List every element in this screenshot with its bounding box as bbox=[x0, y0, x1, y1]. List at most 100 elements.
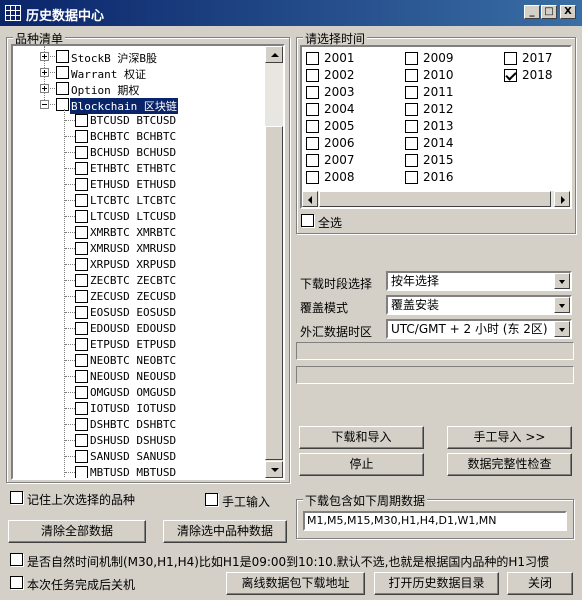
year-checkbox[interactable] bbox=[405, 86, 418, 99]
expand-icon[interactable] bbox=[40, 84, 49, 93]
tree-item-label[interactable]: NEOUSD NEOUSD bbox=[90, 370, 176, 383]
natural-time-checkbox[interactable] bbox=[10, 553, 23, 566]
tree-item-label[interactable]: ZECBTC ZECBTC bbox=[90, 274, 176, 287]
tree-item-label[interactable]: OMGUSD OMGUSD bbox=[90, 386, 176, 399]
scroll-right-arrow[interactable] bbox=[554, 191, 570, 207]
tree-item-label[interactable]: BTCUSD BTCUSD bbox=[90, 114, 176, 127]
year-checkbox[interactable] bbox=[405, 69, 418, 82]
tree-item-checkbox[interactable] bbox=[75, 226, 88, 239]
tree-item-checkbox[interactable] bbox=[75, 306, 88, 319]
expand-icon[interactable] bbox=[40, 68, 49, 77]
year-checkbox[interactable] bbox=[306, 69, 319, 82]
integrity-check-button[interactable]: 数据完整性检查 bbox=[447, 453, 572, 476]
tree-group-checkbox[interactable] bbox=[56, 66, 69, 79]
tree-item-checkbox[interactable] bbox=[75, 370, 88, 383]
tree-group-label[interactable]: Blockchain 区块链 bbox=[70, 98, 178, 114]
tree-item-checkbox[interactable] bbox=[75, 290, 88, 303]
tree-item-label[interactable]: EDOUSD EDOUSD bbox=[90, 322, 176, 335]
tree-item-label[interactable]: DSHBTC DSHBTC bbox=[90, 418, 176, 431]
year-checkbox[interactable] bbox=[306, 154, 319, 167]
tree-item-label[interactable]: NEOBTC NEOBTC bbox=[90, 354, 176, 367]
tree-item-checkbox[interactable] bbox=[75, 210, 88, 223]
tree-item-checkbox[interactable] bbox=[75, 114, 88, 127]
tree-item-checkbox[interactable] bbox=[75, 322, 88, 335]
year-checkbox[interactable] bbox=[405, 52, 418, 65]
shutdown-checkbox[interactable] bbox=[10, 576, 23, 589]
tree-item-checkbox[interactable] bbox=[75, 354, 88, 367]
timezone-select[interactable]: UTC/GMT + 2 小时 (东 2区) bbox=[386, 319, 572, 339]
offline-download-button[interactable]: 离线数据包下载地址 bbox=[226, 572, 365, 595]
tree-item-checkbox[interactable] bbox=[75, 162, 88, 175]
clear-all-data-button[interactable]: 清除全部数据 bbox=[8, 520, 146, 543]
tree-item-checkbox[interactable] bbox=[75, 130, 88, 143]
tree-item-checkbox[interactable] bbox=[75, 338, 88, 351]
tree-scrollbar[interactable] bbox=[265, 46, 283, 478]
year-checkbox[interactable] bbox=[306, 171, 319, 184]
year-checkbox[interactable] bbox=[405, 103, 418, 116]
tree-item-checkbox[interactable] bbox=[75, 146, 88, 159]
tree-item-checkbox[interactable] bbox=[75, 242, 88, 255]
tree-item-label[interactable]: LTCBTC LTCBTC bbox=[90, 194, 176, 207]
tree-item-checkbox[interactable] bbox=[75, 466, 88, 478]
tree-item-label[interactable]: ETHBTC ETHBTC bbox=[90, 162, 176, 175]
year-checkbox[interactable] bbox=[306, 120, 319, 133]
periods-input[interactable]: M1,M5,M15,M30,H1,H4,D1,W1,MN bbox=[303, 511, 567, 531]
year-checkbox[interactable] bbox=[405, 171, 418, 184]
title-bar[interactable]: 历史数据中心 _ □ X bbox=[0, 0, 582, 26]
manual-input-checkbox[interactable] bbox=[205, 493, 218, 506]
tree-item-label[interactable]: ETPUSD ETPUSD bbox=[90, 338, 176, 351]
year-list[interactable]: 2001 2002 2003 2004 2005 2006 2007 2008 2009 2010… bbox=[300, 45, 572, 209]
tree-group-checkbox[interactable] bbox=[56, 98, 69, 111]
download-import-button[interactable]: 下载和导入 bbox=[299, 426, 424, 449]
year-checkbox[interactable] bbox=[306, 86, 319, 99]
tree-item-label[interactable]: MBTUSD MBTUSD bbox=[90, 466, 176, 478]
tree-item-checkbox[interactable] bbox=[75, 450, 88, 463]
year-checkbox[interactable] bbox=[405, 120, 418, 133]
tree-item-label[interactable]: ZECUSD ZECUSD bbox=[90, 290, 176, 303]
expand-icon[interactable] bbox=[40, 52, 49, 61]
scroll-up-arrow[interactable] bbox=[265, 46, 283, 63]
remember-selection-checkbox[interactable] bbox=[10, 491, 23, 504]
tree-item-checkbox[interactable] bbox=[75, 274, 88, 287]
year-checkbox[interactable] bbox=[306, 103, 319, 116]
maximize-button[interactable]: □ bbox=[541, 5, 557, 19]
tree-item-checkbox[interactable] bbox=[75, 258, 88, 271]
scroll-thumb[interactable] bbox=[265, 126, 283, 460]
minimize-button[interactable]: _ bbox=[524, 5, 540, 19]
tree-group-label[interactable]: Warrant 权证 bbox=[70, 66, 147, 82]
tree-item-label[interactable]: XMRUSD XMRUSD bbox=[90, 242, 176, 255]
manual-import-button[interactable]: 手工导入 >> bbox=[447, 426, 572, 449]
tree-item-label[interactable]: IOTUSD IOTUSD bbox=[90, 402, 176, 415]
tree-item-label[interactable]: BCHBTC BCHBTC bbox=[90, 130, 176, 143]
stop-button[interactable]: 停止 bbox=[299, 453, 424, 476]
tree-item-label[interactable]: XRPUSD XRPUSD bbox=[90, 258, 176, 271]
scroll-left-arrow[interactable] bbox=[302, 191, 318, 207]
mode-select[interactable]: 覆盖安装 bbox=[386, 295, 572, 315]
year-checkbox[interactable] bbox=[405, 137, 418, 150]
tree-group-label[interactable]: StockB 沪深B股 bbox=[70, 50, 158, 66]
tree-group-checkbox[interactable] bbox=[56, 50, 69, 63]
tree-item-checkbox[interactable] bbox=[75, 434, 88, 447]
tree-group-label[interactable]: Option 期权 bbox=[70, 82, 140, 98]
tree-item-label[interactable]: ETHUSD ETHUSD bbox=[90, 178, 176, 191]
open-history-dir-button[interactable]: 打开历史数据目录 bbox=[374, 572, 499, 595]
clear-selected-data-button[interactable]: 清除选中品种数据 bbox=[163, 520, 287, 543]
tree-item-label[interactable]: SANUSD SANUSD bbox=[90, 450, 176, 463]
tree-item-label[interactable]: XMRBTC XMRBTC bbox=[90, 226, 176, 239]
year-checkbox[interactable] bbox=[306, 52, 319, 65]
instrument-tree[interactable]: StockB 沪深B股 Warrant 权证 Option 期权 Blockchain… bbox=[11, 44, 285, 480]
tree-item-label[interactable]: BCHUSD BCHUSD bbox=[90, 146, 176, 159]
tree-item-checkbox[interactable] bbox=[75, 178, 88, 191]
close-button[interactable]: 关闭 bbox=[507, 572, 573, 595]
tree-item-label[interactable]: EOSUSD EOSUSD bbox=[90, 306, 176, 319]
tree-item-checkbox[interactable] bbox=[75, 194, 88, 207]
year-hscrollbar[interactable] bbox=[302, 191, 570, 207]
year-checkbox[interactable] bbox=[405, 154, 418, 167]
tree-item-label[interactable]: DSHUSD DSHUSD bbox=[90, 434, 176, 447]
tree-item-checkbox[interactable] bbox=[75, 418, 88, 431]
tree-item-checkbox[interactable] bbox=[75, 386, 88, 399]
tree-group-checkbox[interactable] bbox=[56, 82, 69, 95]
tree-item-label[interactable]: LTCUSD LTCUSD bbox=[90, 210, 176, 223]
tree-item-checkbox[interactable] bbox=[75, 402, 88, 415]
scroll-down-arrow[interactable] bbox=[265, 461, 283, 478]
